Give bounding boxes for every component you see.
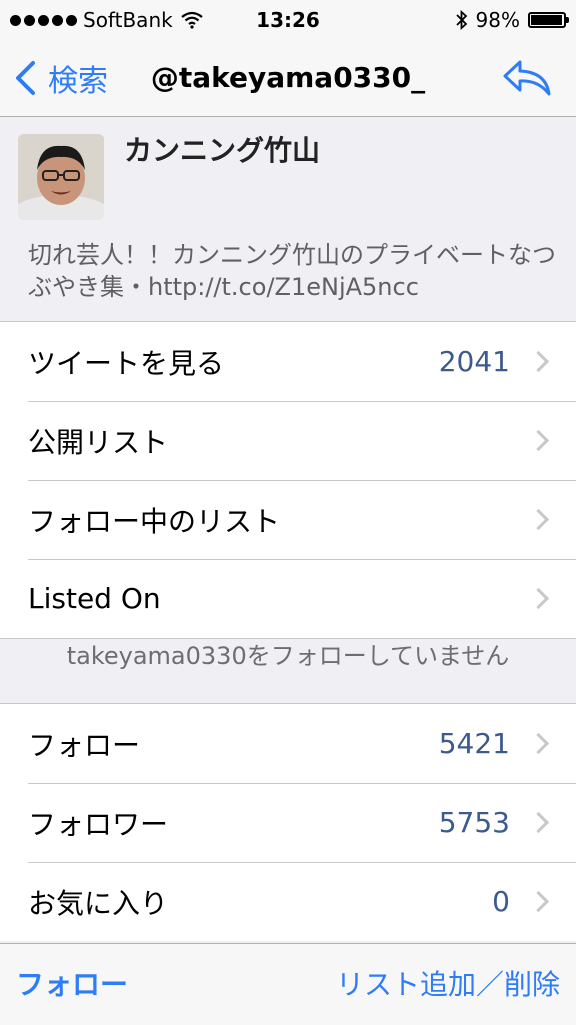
avatar-image xyxy=(18,134,104,220)
chevron-right-icon xyxy=(527,811,550,834)
status-bar: SoftBank 13:26 98% xyxy=(0,0,576,40)
view-tweets-label: ツイートを見る xyxy=(28,346,225,380)
followers-row[interactable]: フォロワー 5753 xyxy=(0,783,576,862)
following-count: 5421 xyxy=(438,727,510,760)
profile-menu: ツイートを見る 2041 公開リスト フォロー中のリスト Listed On xyxy=(0,321,576,639)
following-label: フォロー xyxy=(28,728,141,762)
avatar[interactable] xyxy=(18,134,104,220)
status-right: 98% xyxy=(455,0,569,40)
stats-menu: フォロー 5421 フォロワー 5753 お気に入り 0 xyxy=(0,703,576,941)
navigation-bar: 検索 @takeyama0330_ xyxy=(0,40,576,117)
bottom-toolbar: フォロー リスト追加／削除 xyxy=(0,943,576,1025)
public-lists-label: 公開リスト xyxy=(28,425,169,459)
battery-level-fill xyxy=(531,15,563,25)
followers-count: 5753 xyxy=(438,806,510,839)
bluetooth-icon xyxy=(455,10,467,30)
profile-bio: 切れ芸人！！カンニング竹山のプライベートなつぶやき集・http://t.co/Z… xyxy=(28,241,556,301)
chevron-right-icon xyxy=(527,587,550,610)
view-tweets-row[interactable]: ツイートを見る 2041 xyxy=(0,322,576,401)
battery-percent: 98% xyxy=(475,8,520,32)
favorites-count: 0 xyxy=(492,885,510,918)
listed-on-row[interactable]: Listed On xyxy=(0,559,576,638)
list-edit-button[interactable]: リスト追加／削除 xyxy=(336,944,560,1025)
favorites-label: お気に入り xyxy=(28,886,169,920)
chevron-right-icon xyxy=(527,429,550,452)
following-lists-row[interactable]: フォロー中のリスト xyxy=(0,480,576,559)
page-title: @takeyama0330_ xyxy=(150,61,426,94)
public-lists-row[interactable]: 公開リスト xyxy=(0,401,576,480)
chevron-right-icon xyxy=(527,890,550,913)
followers-label: フォロワー xyxy=(28,807,169,841)
follow-button[interactable]: フォロー xyxy=(16,944,128,1025)
following-row[interactable]: フォロー 5421 xyxy=(0,704,576,783)
reply-icon[interactable] xyxy=(502,58,552,98)
battery-icon xyxy=(528,12,569,28)
follow-status-note: takeyama0330をフォローしていません xyxy=(66,642,510,670)
profile-header: カンニング竹山 切れ芸人！！カンニング竹山のプライベートなつぶやき集・http:… xyxy=(0,117,576,322)
chevron-right-icon xyxy=(527,508,550,531)
tweet-count: 2041 xyxy=(438,345,510,378)
following-lists-label: フォロー中のリスト xyxy=(28,504,281,538)
profile-name: カンニング竹山 xyxy=(124,134,321,167)
chevron-right-icon xyxy=(527,350,550,373)
listed-on-label: Listed On xyxy=(28,582,161,615)
favorites-row[interactable]: お気に入り 0 xyxy=(0,862,576,941)
chevron-right-icon xyxy=(527,732,550,755)
